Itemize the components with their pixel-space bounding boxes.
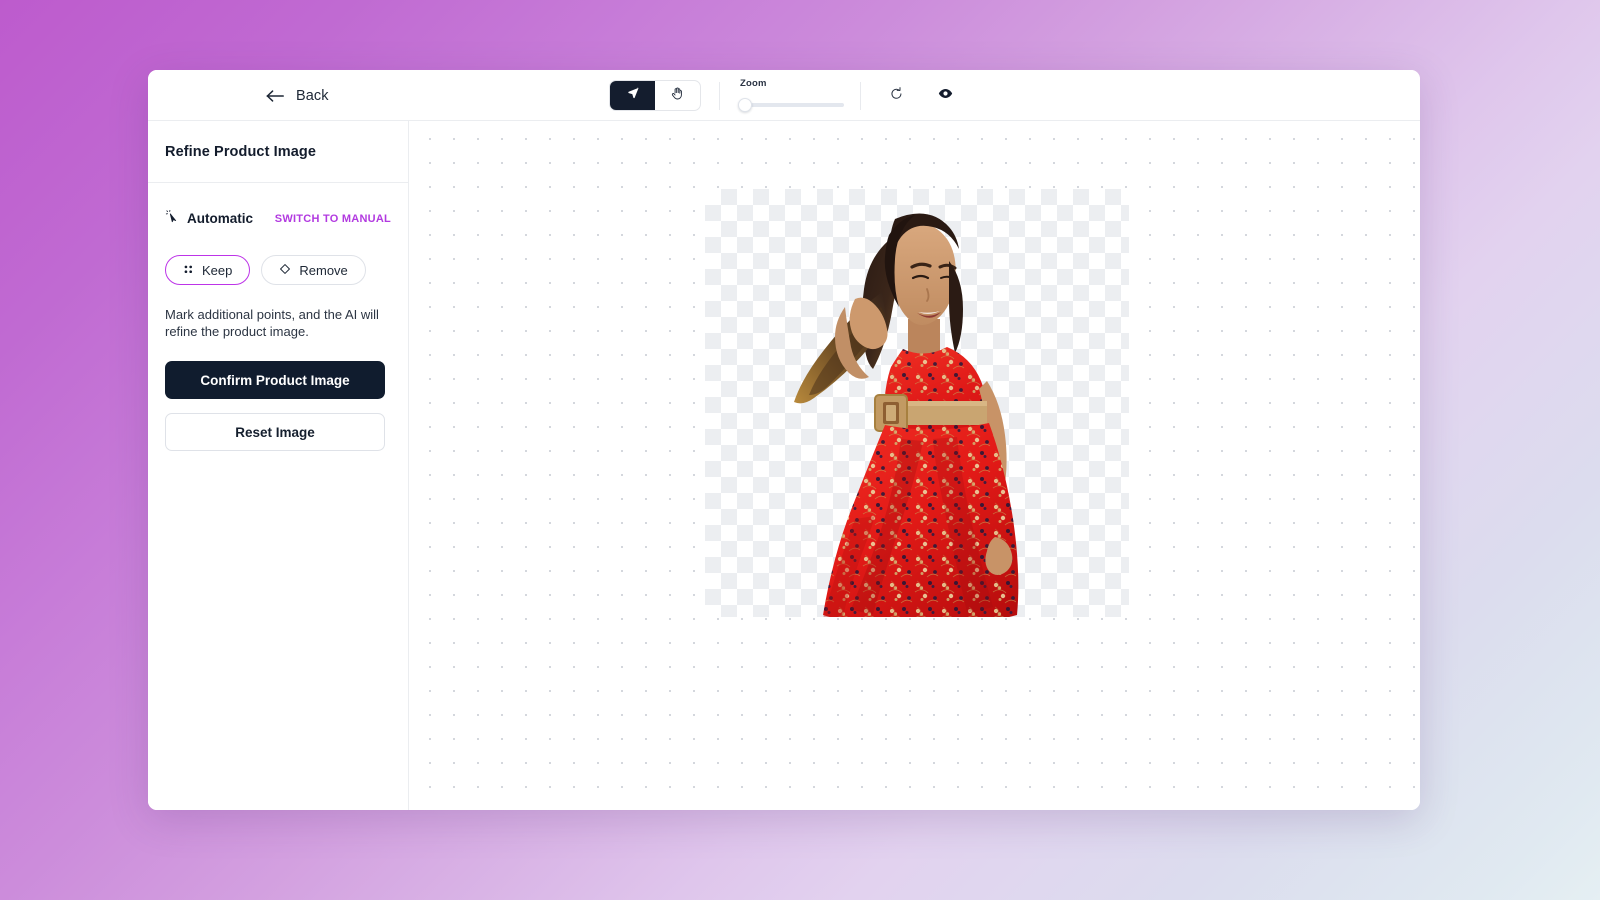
editor-canvas[interactable] bbox=[409, 121, 1420, 810]
back-button[interactable]: Back bbox=[262, 70, 333, 121]
page-title: Refine Product Image bbox=[165, 143, 317, 160]
hand-icon bbox=[670, 86, 685, 106]
select-tool-button[interactable] bbox=[610, 81, 655, 110]
arrow-left-icon bbox=[266, 89, 285, 103]
product-image[interactable] bbox=[705, 189, 1129, 617]
toolbar-divider-right bbox=[860, 82, 861, 110]
zoom-slider-track bbox=[740, 103, 844, 107]
toolbar-divider-left bbox=[719, 82, 720, 110]
confirm-product-image-button[interactable]: Confirm Product Image bbox=[165, 361, 385, 400]
remove-button[interactable]: Remove bbox=[261, 255, 366, 285]
toolbar: Back Zoom bbox=[148, 70, 1420, 121]
mode-indicator: Automatic bbox=[165, 209, 253, 228]
sidebar: Refine Product Image Automatic SWITCH TO bbox=[148, 121, 409, 810]
app-body: Refine Product Image Automatic SWITCH TO bbox=[148, 121, 1420, 810]
point-mode-group: Keep Remove bbox=[165, 255, 391, 285]
zoom-label: Zoom bbox=[740, 78, 767, 89]
reset-image-button[interactable]: Reset Image bbox=[165, 413, 385, 452]
pan-tool-button[interactable] bbox=[655, 81, 700, 110]
reset-view-button[interactable] bbox=[883, 82, 909, 108]
zoom-slider[interactable] bbox=[738, 98, 844, 112]
magic-cursor-icon bbox=[165, 209, 179, 228]
tool-segmented-control bbox=[609, 80, 701, 111]
eye-icon bbox=[938, 86, 953, 104]
keep-button[interactable]: Keep bbox=[165, 255, 251, 285]
mode-label: Automatic bbox=[187, 211, 254, 226]
sidebar-header: Refine Product Image bbox=[148, 121, 408, 183]
zoom-control: Zoom bbox=[738, 78, 844, 112]
mode-row: Automatic SWITCH TO MANUAL bbox=[165, 209, 391, 228]
remove-label: Remove bbox=[299, 262, 348, 278]
switch-to-manual-button[interactable]: SWITCH TO MANUAL bbox=[275, 211, 391, 227]
artboard[interactable] bbox=[705, 189, 1129, 617]
back-label: Back bbox=[296, 87, 329, 104]
dots-grid-icon bbox=[183, 263, 194, 278]
keep-label: Keep bbox=[202, 262, 233, 278]
hint-text: Mark additional points, and the AI will … bbox=[165, 307, 379, 339]
zoom-slider-thumb[interactable] bbox=[738, 98, 752, 112]
rotate-ccw-icon bbox=[889, 86, 904, 104]
app-window: Back Zoom Refine Product Image Automatic… bbox=[148, 70, 1420, 810]
sidebar-content: Automatic SWITCH TO MANUAL Keep Remove M… bbox=[148, 183, 408, 452]
cursor-arrow-icon bbox=[626, 86, 640, 105]
eraser-icon bbox=[279, 263, 291, 278]
preview-toggle-button[interactable] bbox=[932, 82, 958, 108]
